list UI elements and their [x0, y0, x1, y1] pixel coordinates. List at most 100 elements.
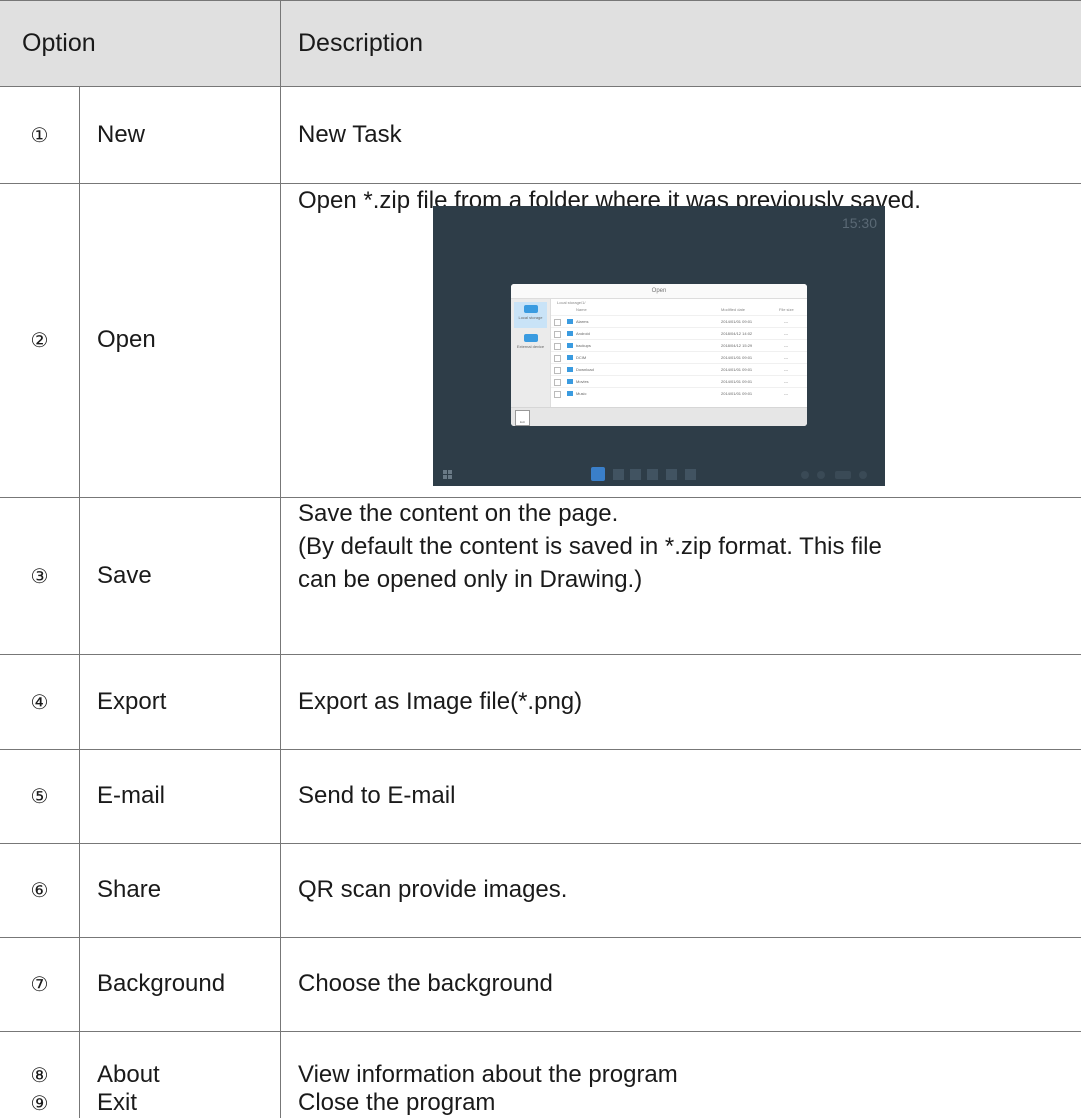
file-name: Android [576, 331, 590, 336]
column-size: File size [779, 307, 794, 312]
description-save-line-3: can be opened only in Drawing.) [298, 566, 643, 593]
file-name: backups [576, 343, 591, 348]
column-name: Name [576, 307, 587, 312]
file-row[interactable]: DCIM 2014/01/01 09:01 --- [551, 351, 807, 363]
box-icon[interactable] [685, 469, 696, 480]
file-name: DCIM [576, 355, 587, 360]
row-number: ⑥ [30, 878, 49, 902]
eraser-icon[interactable] [613, 469, 624, 480]
exit-button[interactable]: Exit [515, 410, 530, 426]
file-size: --- [784, 319, 788, 324]
dialog-footer: Exit [511, 407, 807, 426]
folder-icon [567, 379, 573, 384]
row-divider [0, 497, 1081, 498]
storage-sidebar: Local storage External device [511, 299, 551, 407]
option-new: New [97, 120, 146, 148]
file-size: --- [784, 367, 788, 372]
file-size: --- [784, 331, 788, 336]
checkbox[interactable] [554, 367, 561, 374]
pen-icon[interactable] [591, 467, 605, 481]
file-row[interactable]: Download 2014/01/01 09:01 --- [551, 363, 807, 375]
file-row[interactable]: Movies 2014/01/01 09:01 --- [551, 375, 807, 387]
file-size: --- [784, 391, 788, 396]
header-option: Option [22, 28, 96, 57]
storage-label: External device [516, 344, 545, 349]
file-row[interactable]: Music 2014/01/01 09:01 --- [551, 387, 807, 399]
option-share: Share [97, 876, 162, 903]
file-date: 2018/04/12 14:02 [721, 331, 753, 336]
file-list: Local storage/1/ Name Modified date File… [551, 299, 807, 407]
description-email: Send to E-mail [298, 782, 456, 809]
description-export: Export as Image file(*.png) [298, 687, 583, 715]
option-open: Open [97, 326, 156, 353]
row-number: ④ [30, 689, 49, 714]
menu-icon[interactable] [859, 471, 867, 479]
folder-icon [567, 391, 573, 396]
file-list-header: Name Modified date File size [551, 307, 807, 315]
file-name: Download [576, 367, 594, 372]
file-date: 2014/01/01 09:01 [721, 367, 753, 372]
header-description: Description [298, 28, 424, 57]
table-border-top [0, 0, 1081, 1]
folder-icon [567, 355, 573, 360]
file-size: --- [784, 355, 788, 360]
file-size: --- [784, 379, 788, 384]
checkbox[interactable] [554, 331, 561, 338]
file-date: 2014/01/01 09:01 [721, 319, 753, 324]
folder-icon [567, 331, 573, 336]
options-table: Option Description ① New New Task ② Open… [0, 0, 1081, 1118]
dialog-title: Open [511, 284, 807, 299]
folder-icon [567, 319, 573, 324]
storage-icon [523, 305, 538, 313]
file-date: 2014/01/01 09:01 [721, 355, 753, 360]
file-date: 2018/04/12 15:29 [721, 343, 753, 348]
option-email: E-mail [97, 782, 166, 809]
file-date: 2014/01/01 09:01 [721, 391, 753, 396]
description-exit: Close the program [298, 1089, 496, 1116]
file-date: 2014/01/01 09:01 [721, 379, 753, 384]
option-save: Save [97, 561, 152, 589]
current-path: Local storage/1/ [557, 300, 586, 305]
file-name: Music [576, 391, 587, 396]
exit-label: Exit [519, 420, 525, 424]
file-row[interactable]: Alarms 2014/01/01 09:01 --- [551, 315, 807, 327]
line-icon[interactable] [630, 469, 641, 480]
option-export: Export [97, 687, 167, 715]
row-number: ① [30, 122, 49, 147]
row-number: ⑨ [30, 1091, 49, 1115]
row-number: ② [30, 328, 49, 352]
apps-grid-icon[interactable] [443, 470, 453, 480]
description-background: Choose the background [298, 970, 553, 997]
row-divider [0, 86, 1081, 87]
open-dialog: Open Local storage External device Local… [511, 284, 807, 426]
checkbox[interactable] [554, 343, 561, 350]
option-exit: Exit [97, 1089, 138, 1116]
checkbox[interactable] [554, 319, 561, 326]
shape-icon[interactable] [666, 469, 677, 480]
row-number: ⑤ [30, 784, 49, 808]
option-background: Background [97, 970, 226, 997]
column-modified: Modified date [721, 307, 746, 312]
row-number: ③ [30, 563, 49, 588]
column-divider [79, 86, 80, 1118]
open-dialog-screenshot: 15:30 Open Local storage External device… [433, 206, 885, 486]
checkbox[interactable] [554, 355, 561, 362]
clock-text: 15:30 [841, 215, 877, 231]
undo-icon[interactable] [817, 471, 825, 479]
file-row[interactable]: backups 2018/04/12 15:29 --- [551, 339, 807, 351]
storage-external[interactable]: External device [514, 331, 547, 357]
checkbox[interactable] [554, 391, 561, 398]
page-indicator-icon[interactable] [835, 471, 851, 479]
add-page-icon[interactable] [801, 471, 809, 479]
checkbox[interactable] [554, 379, 561, 386]
pointer-icon[interactable] [647, 469, 658, 480]
row-number: ⑦ [30, 972, 49, 996]
folder-icon [567, 343, 573, 348]
description-save-line-2: (By default the content is saved in *.zi… [298, 533, 882, 560]
file-name: Alarms [576, 319, 589, 324]
folder-icon [567, 367, 573, 372]
description-save-line-1: Save the content on the page. [298, 500, 619, 527]
file-row[interactable]: Android 2018/04/12 14:02 --- [551, 327, 807, 339]
storage-local[interactable]: Local storage [514, 302, 547, 328]
column-divider [280, 0, 281, 1118]
